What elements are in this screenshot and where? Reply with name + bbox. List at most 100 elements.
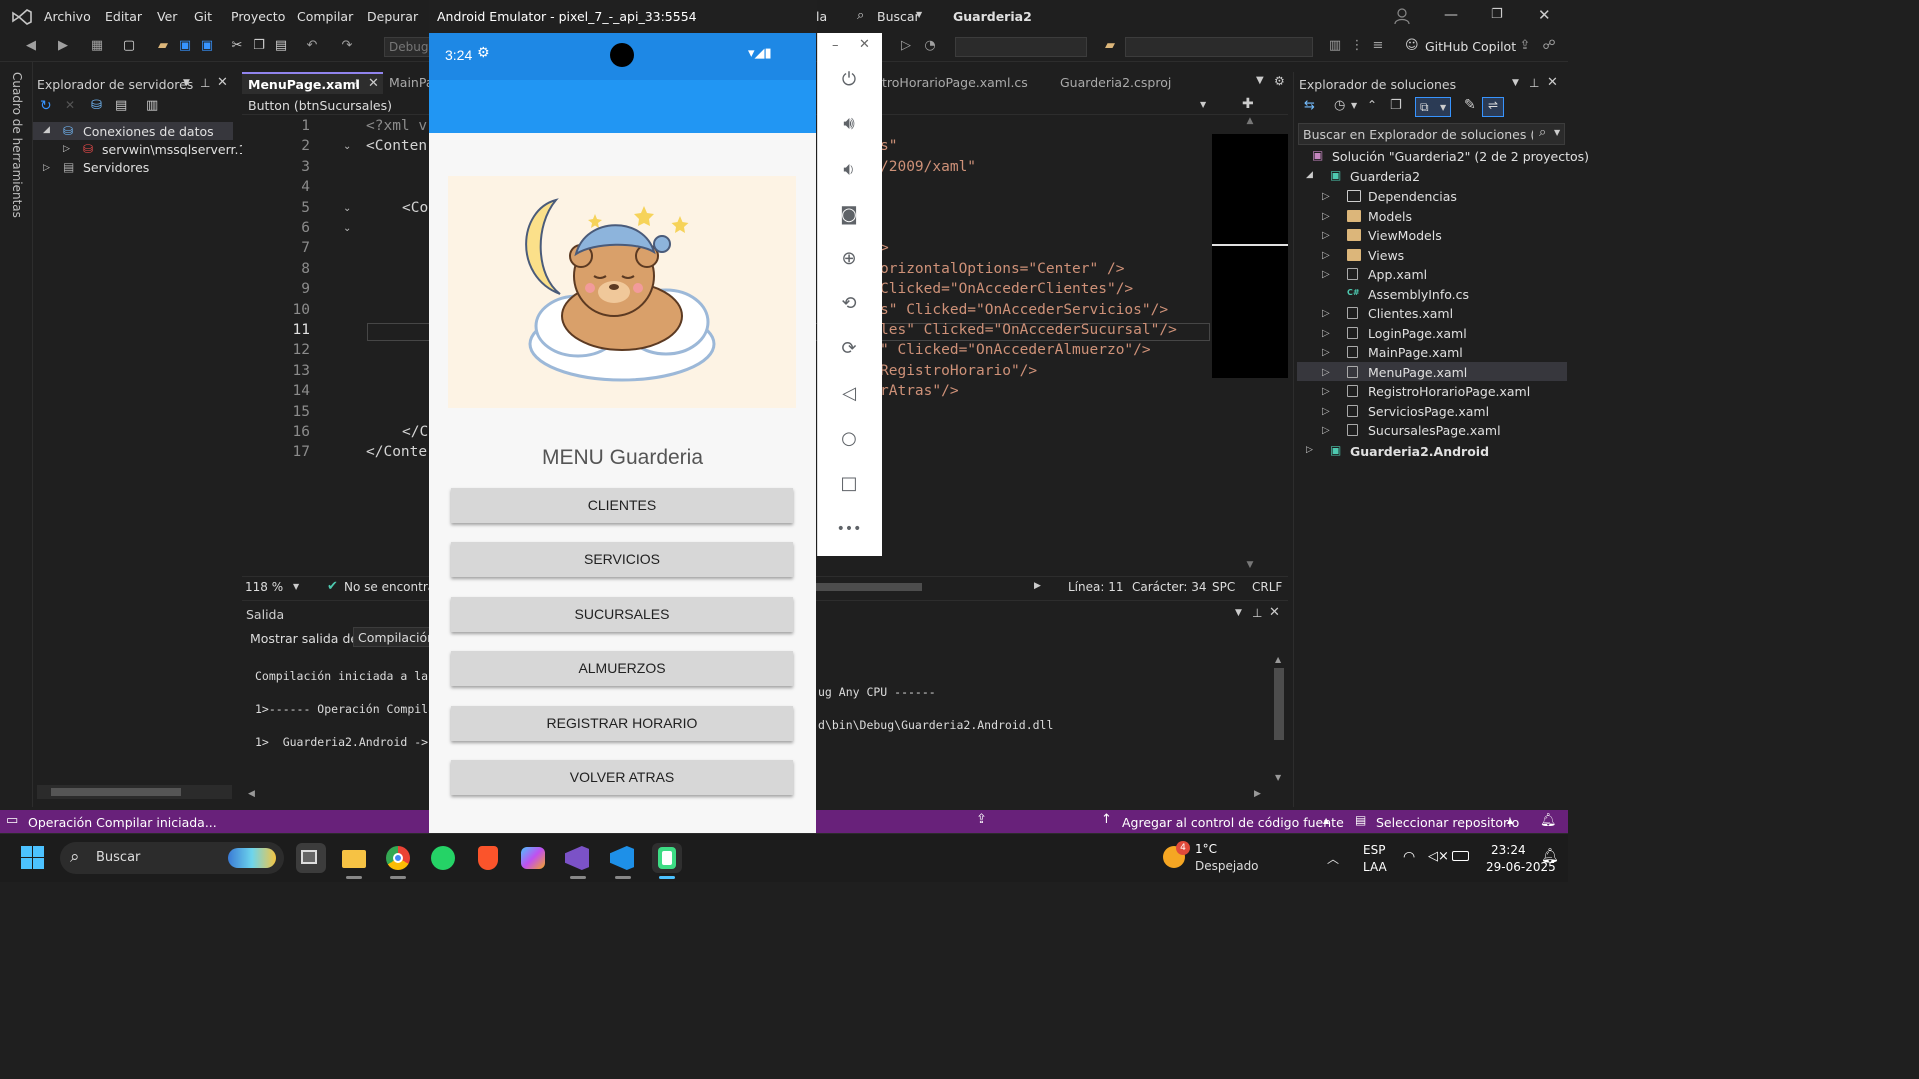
solution-item[interactable]: MenuPage.xaml [1368, 365, 1467, 380]
clock-time[interactable]: 23:24 [1491, 843, 1526, 857]
collapsed-chevron-icon[interactable]: ▷ [1322, 191, 1330, 202]
battery-icon[interactable] [1452, 851, 1469, 861]
copilot-app-icon[interactable] [518, 843, 548, 873]
collapsed-chevron-icon[interactable]: ▷ [1322, 367, 1330, 378]
open-folder-icon[interactable]: ▰ [155, 38, 171, 54]
menu-ver[interactable]: Ver [157, 9, 177, 24]
volume-up-icon[interactable]: 🔊︎ [836, 111, 862, 137]
servicios-button[interactable]: SERVICIOS [451, 542, 793, 577]
chevron-down-icon[interactable]: ▼ [1351, 101, 1357, 110]
nav-member-dropdown[interactable]: Button (btnSucursales) [248, 98, 392, 113]
solution-item[interactable]: ViewModels [1368, 228, 1442, 243]
menu-archivo[interactable]: Archivo [44, 9, 91, 24]
properties-icon[interactable]: ▥ [146, 98, 158, 113]
file-explorer-icon[interactable] [339, 843, 369, 873]
stop-icon[interactable]: ✕ [65, 98, 75, 112]
tray-chevron-up-icon[interactable]: ︿ [1327, 850, 1339, 867]
sync-icon[interactable]: ⇆ [1304, 98, 1315, 113]
chrome-icon[interactable] [383, 843, 413, 873]
emulator-minimize-icon[interactable]: – [832, 38, 839, 53]
tab-list-icon[interactable]: ▼ [1256, 75, 1264, 86]
collapsed-chevron-icon[interactable]: ▷ [1322, 269, 1330, 280]
tree-item-servers[interactable]: Servidores [83, 160, 149, 175]
windows-start-icon[interactable] [21, 846, 45, 870]
paste-icon[interactable]: ▤ [273, 38, 289, 54]
spc-indicator[interactable]: SPC [1212, 580, 1235, 594]
layout-more-icon[interactable]: ≡ [1370, 38, 1386, 54]
scroll-down-icon[interactable]: ▼ [1275, 773, 1281, 782]
wifi-icon[interactable]: ◠ [1403, 849, 1415, 865]
toolbox-tab[interactable]: Cuadro de herramientas [10, 72, 24, 218]
copilot-button[interactable]: GitHub Copilot [1425, 39, 1516, 54]
search-menu[interactable]: Buscar [877, 9, 920, 24]
solution-item[interactable]: ServiciosPage.xaml [1368, 404, 1489, 419]
expanded-chevron-icon[interactable]: ◢ [43, 125, 50, 135]
collapsed-chevron-icon[interactable]: ▷ [1322, 250, 1330, 261]
solution-item[interactable]: App.xaml [1368, 267, 1427, 282]
rotate-right-icon[interactable]: ⟳ [836, 336, 862, 362]
collapsed-chevron-icon[interactable]: ▷ [1322, 347, 1330, 358]
speaker-muted-icon[interactable]: ◁× [1428, 849, 1449, 864]
copilot-icon[interactable]: ☺ [1405, 38, 1419, 53]
back-icon[interactable]: ◀ [23, 38, 39, 54]
tab-csproj[interactable]: Guarderia2.csproj [1060, 75, 1171, 90]
redo-icon[interactable]: ↷ [339, 38, 355, 54]
output-scrollbar-thumb[interactable] [1274, 668, 1284, 740]
emulator-taskbar-icon[interactable] [652, 843, 682, 873]
collapsed-chevron-icon[interactable]: ▷ [1322, 308, 1330, 319]
registrar-horario-button[interactable]: REGISTRAR HORARIO [451, 706, 793, 741]
fold-chevron-icon[interactable]: ⌄ [343, 223, 351, 234]
scroll-left-icon[interactable]: ◀ [248, 789, 255, 799]
notification-bell-icon[interactable]: 🔔︎ [1541, 848, 1559, 864]
forward-icon[interactable]: ▶ [55, 38, 71, 54]
collapsed-chevron-icon[interactable]: ▷ [63, 144, 70, 154]
line-indicator[interactable]: Línea: 11 [1068, 580, 1124, 594]
solution-item[interactable]: Models [1368, 209, 1412, 224]
sucursales-button[interactable]: SUCURSALES [451, 597, 793, 632]
tab-pin-icon[interactable]: ⊣ [348, 77, 358, 90]
zoom-level[interactable]: 118 % [245, 580, 283, 594]
tab-mainpage[interactable]: MainPa [389, 75, 433, 90]
notification-upload-icon[interactable]: ⇪ [976, 812, 987, 827]
collapsed-chevron-icon[interactable]: ▷ [43, 163, 50, 173]
horizontal-scrollbar[interactable] [37, 785, 232, 799]
weather-temp[interactable]: 1°C [1195, 842, 1217, 856]
account-icon[interactable] [1394, 8, 1410, 25]
collapsed-chevron-icon[interactable]: ▷ [1322, 211, 1330, 222]
collapsed-chevron-icon[interactable]: ▷ [1322, 406, 1330, 417]
chevron-down-icon[interactable]: ▼ [1554, 128, 1560, 137]
zoom-dropdown-icon[interactable]: ▼ [293, 582, 299, 591]
tree-item-data-connections[interactable]: Conexiones de datos [83, 124, 214, 139]
dashboard-icon[interactable]: ▦ [89, 38, 105, 54]
char-indicator[interactable]: Carácter: 34 [1132, 580, 1207, 594]
collapsed-chevron-icon[interactable]: ▷ [1322, 328, 1330, 339]
project-node[interactable]: Guarderia2 [1350, 169, 1420, 184]
solution-search-box[interactable]: Buscar en Explorador de soluciones (Ctrl… [1298, 123, 1565, 145]
save-icon[interactable]: ▣ [177, 38, 193, 54]
config-dropdown[interactable]: Debug [384, 37, 430, 57]
arrow-up-icon[interactable]: ↑ [1101, 812, 1112, 827]
properties-wrench-icon[interactable]: ✎ [1464, 97, 1476, 113]
output-notify-icon[interactable]: ▭ [6, 813, 18, 828]
menu-partial[interactable]: la [816, 9, 827, 24]
h-scrollbar-thumb[interactable] [816, 583, 922, 591]
fold-chevron-icon[interactable]: ⌄ [343, 141, 351, 152]
folder-icon[interactable]: ▰ [1102, 38, 1118, 54]
close-icon[interactable]: ✕ [1538, 6, 1551, 24]
repo-icon[interactable]: ▤ [1355, 813, 1366, 827]
fold-chevron-icon[interactable]: ⌄ [343, 203, 351, 214]
whatsapp-icon[interactable] [428, 843, 458, 873]
expanded-chevron-icon[interactable]: ◢ [1306, 170, 1313, 180]
panel-close-icon[interactable]: ✕ [1269, 605, 1280, 620]
connect-db-icon[interactable]: ⛁ [91, 98, 102, 113]
pin-icon[interactable]: ⊥ [1252, 606, 1262, 620]
pin-icon[interactable]: ⊥ [200, 76, 210, 90]
more-options-icon[interactable]: ••• [836, 516, 862, 542]
solution-item[interactable]: AssemblyInfo.cs [1368, 287, 1469, 302]
lang-layout[interactable]: LAA [1363, 860, 1387, 874]
solution-item[interactable]: SucursalesPage.xaml [1368, 423, 1501, 438]
tab-registrohorario-cs[interactable]: troHorarioPage.xaml.cs [882, 75, 1028, 90]
camera-icon[interactable]: ◙ [836, 202, 862, 228]
share-icon[interactable]: ⇪ [1517, 38, 1533, 54]
solution-item[interactable]: RegistroHorarioPage.xaml [1368, 384, 1530, 399]
